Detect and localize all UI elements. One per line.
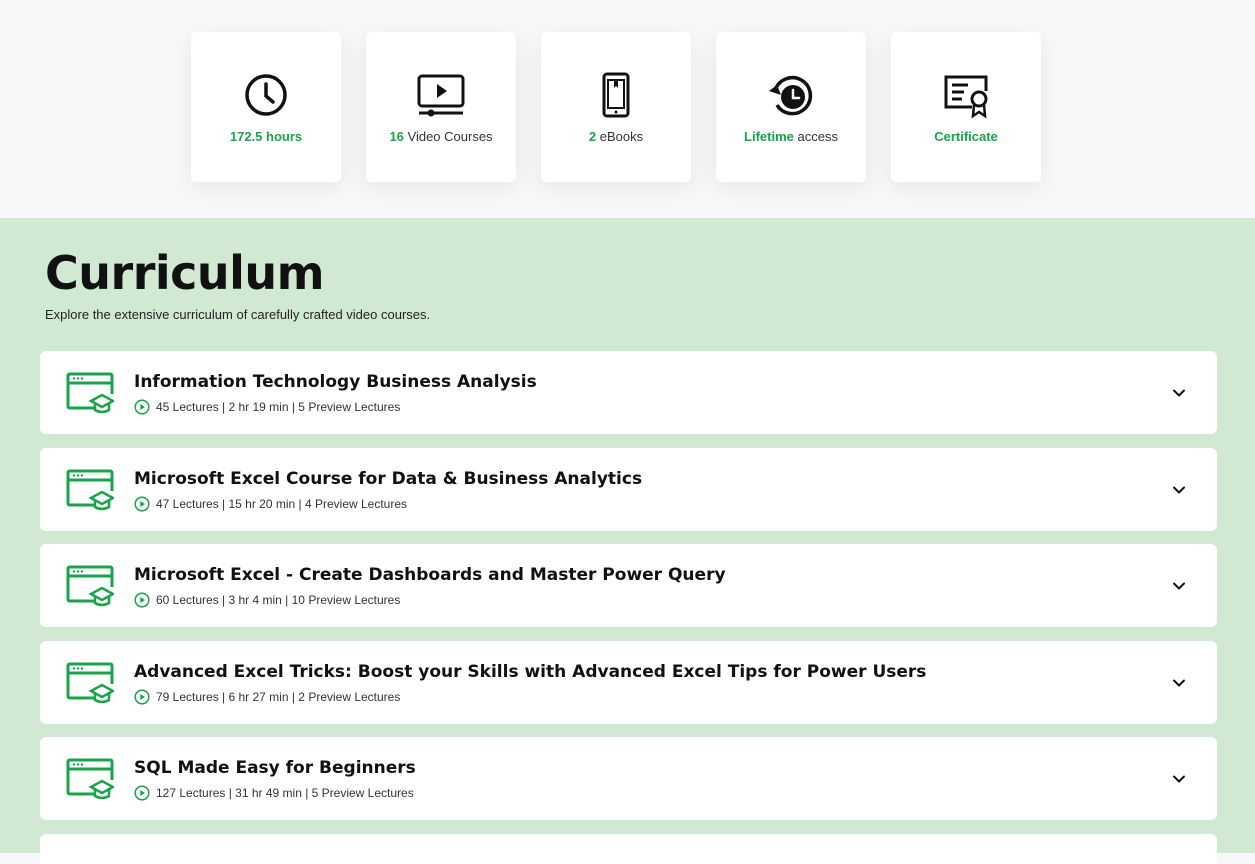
course-accordion-item[interactable]: Advanced Excel Tricks: Boost your Skills… xyxy=(40,640,1217,724)
course-accordion-item-partial[interactable] xyxy=(40,833,1217,864)
online-course-icon xyxy=(66,565,114,607)
feature-label: 16 Video Courses xyxy=(389,128,493,144)
course-meta-row: 60 Lectures | 3 hr 4 min | 10 Preview Le… xyxy=(134,592,726,608)
feature-label: 2 eBooks xyxy=(588,128,644,144)
feature-card-ebooks: 2 eBooks xyxy=(541,32,691,182)
chevron-down-icon[interactable] xyxy=(1171,482,1187,498)
course-list: Information Technology Business Analysis… xyxy=(40,351,1217,864)
course-accordion-item[interactable]: SQL Made Easy for Beginners 127 Lectures… xyxy=(40,737,1217,820)
online-course-icon xyxy=(66,662,114,703)
feature-card-certificate: Certificate xyxy=(891,32,1041,182)
play-circle-icon xyxy=(134,592,150,608)
feature-cards: 172.5 hours 16 Video Courses 2 eBooks Li… xyxy=(191,32,1041,182)
course-title: Information Technology Business Analysis xyxy=(134,372,537,392)
ebook-device-icon xyxy=(592,71,640,119)
certificate-icon xyxy=(942,71,990,119)
curriculum-subtitle: Explore the extensive curriculum of care… xyxy=(45,307,431,322)
course-meta: 79 Lectures | 6 hr 27 min | 2 Preview Le… xyxy=(156,689,401,704)
play-circle-icon xyxy=(134,688,150,705)
course-meta-row: 45 Lectures | 2 hr 19 min | 5 Preview Le… xyxy=(134,399,537,415)
course-meta: 47 Lectures | 15 hr 20 min | 4 Preview L… xyxy=(156,496,408,511)
feature-label: Certificate xyxy=(934,128,998,144)
feature-card-lifetime: Lifetime access xyxy=(716,32,866,182)
play-circle-icon xyxy=(134,399,150,415)
course-accordion-item[interactable]: Microsoft Excel - Create Dashboards and … xyxy=(40,544,1217,627)
course-accordion-item[interactable]: Information Technology Business Analysis… xyxy=(40,351,1217,434)
chevron-down-icon[interactable] xyxy=(1171,771,1187,787)
feature-card-videos: 16 Video Courses xyxy=(366,32,516,182)
play-circle-icon xyxy=(134,785,150,801)
video-player-icon xyxy=(417,71,465,119)
chevron-down-icon[interactable] xyxy=(1171,578,1187,594)
course-meta-row: 127 Lectures | 31 hr 49 min | 5 Preview … xyxy=(134,785,416,801)
course-meta-row: 47 Lectures | 15 hr 20 min | 4 Preview L… xyxy=(134,495,642,512)
lifetime-clock-icon xyxy=(767,71,815,119)
course-title: Advanced Excel Tricks: Boost your Skills… xyxy=(134,661,927,682)
course-title: Microsoft Excel - Create Dashboards and … xyxy=(134,565,726,585)
course-accordion-item[interactable]: Microsoft Excel Course for Data & Busine… xyxy=(40,447,1217,531)
course-meta: 60 Lectures | 3 hr 4 min | 10 Preview Le… xyxy=(156,593,401,607)
course-meta: 45 Lectures | 2 hr 19 min | 5 Preview Le… xyxy=(156,400,401,414)
chevron-down-icon[interactable] xyxy=(1171,385,1187,401)
course-title: Microsoft Excel Course for Data & Busine… xyxy=(134,468,643,489)
feature-card-hours: 172.5 hours xyxy=(191,32,341,182)
online-course-icon xyxy=(66,469,114,510)
course-title: SQL Made Easy for Beginners xyxy=(134,758,416,778)
play-circle-icon xyxy=(134,495,150,512)
clock-icon xyxy=(242,71,290,119)
online-course-icon xyxy=(66,758,114,800)
chevron-down-icon[interactable] xyxy=(1171,675,1187,691)
curriculum-title: Curriculum xyxy=(45,246,325,300)
feature-label: 172.5 hours xyxy=(229,128,303,144)
curriculum-section: Curriculum Explore the extensive curricu… xyxy=(0,218,1255,864)
course-meta: 127 Lectures | 31 hr 49 min | 5 Preview … xyxy=(156,786,414,800)
course-meta-row: 79 Lectures | 6 hr 27 min | 2 Preview Le… xyxy=(134,688,926,705)
online-course-icon xyxy=(66,372,114,414)
feature-label: Lifetime access xyxy=(744,128,838,144)
course-features-section: 172.5 hours 16 Video Courses 2 eBooks Li… xyxy=(0,0,1255,218)
